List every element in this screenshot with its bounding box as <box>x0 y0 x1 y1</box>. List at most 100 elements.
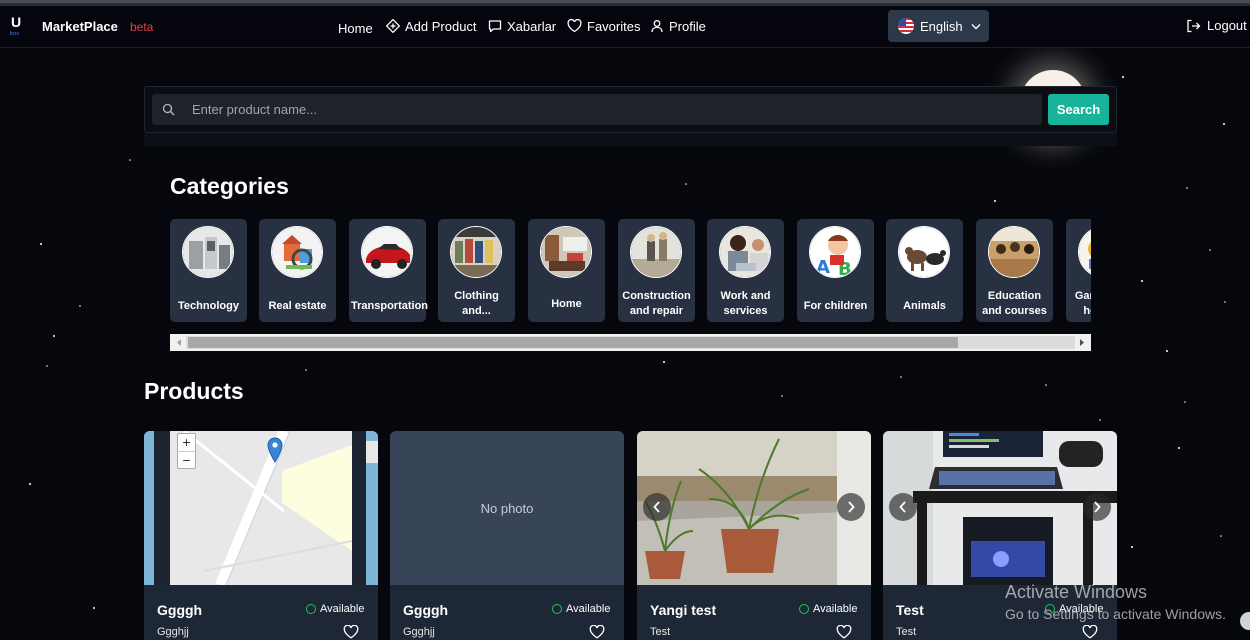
category-home[interactable]: Home <box>528 219 605 322</box>
status-label: Available <box>320 603 365 615</box>
chevron-right-icon <box>848 501 855 513</box>
nav-home[interactable]: Home <box>338 18 373 38</box>
floating-action-button[interactable] <box>1240 612 1250 630</box>
category-games-hobbies[interactable]: Games and hobbies <box>1066 219 1091 322</box>
category-label: Clothing and... <box>454 290 499 317</box>
search-field <box>152 94 1042 125</box>
user-icon <box>651 20 663 33</box>
message-icon <box>488 20 502 33</box>
map-zoom-in-button[interactable]: + <box>178 434 195 451</box>
carousel-prev-button[interactable] <box>643 493 671 521</box>
map-pin-icon[interactable] <box>267 437 283 463</box>
transportation-image <box>361 226 413 278</box>
clothing-image <box>450 226 502 278</box>
product-card[interactable]: No photo Ggggh Available Ggghjj <box>390 431 624 640</box>
search-panel: Search <box>144 86 1117 133</box>
nav-xabarlar[interactable]: Xabarlar <box>488 16 556 36</box>
scroll-right-arrow-icon[interactable] <box>1076 337 1088 348</box>
logo[interactable]: U box <box>8 14 26 40</box>
category-for-children[interactable]: AB For children <box>797 219 874 322</box>
activate-windows-watermark: Activate Windows Go to Settings to activ… <box>1005 582 1226 622</box>
category-transportation[interactable]: Transportation <box>349 219 429 322</box>
nav-favorites[interactable]: Favorites <box>567 16 640 36</box>
activate-windows-subtitle: Go to Settings to activate Windows. <box>1005 606 1226 622</box>
product-description: Test <box>896 626 917 638</box>
available-dot-icon <box>799 604 809 614</box>
logout-label: Logout <box>1207 18 1247 33</box>
status-badge: Available <box>799 603 857 615</box>
plants-photo <box>637 431 871 585</box>
home-image <box>540 226 592 278</box>
computer-desk-photo <box>883 431 1117 585</box>
education-image <box>988 226 1040 278</box>
product-map[interactable]: + − <box>144 431 378 585</box>
category-label: Home <box>551 298 582 310</box>
favorite-heart-icon[interactable] <box>836 625 852 639</box>
product-name[interactable]: Yangi test <box>650 602 716 618</box>
status-label: Available <box>566 603 611 615</box>
category-label: Technology <box>178 300 239 312</box>
plus-diamond-icon <box>386 19 400 33</box>
favorite-heart-icon[interactable] <box>589 625 605 639</box>
category-education[interactable]: Education and courses <box>976 219 1053 322</box>
animals-image <box>898 226 950 278</box>
chevron-left-icon <box>653 501 660 513</box>
product-image[interactable] <box>637 431 871 585</box>
category-technology[interactable]: Technology <box>170 219 247 322</box>
product-image[interactable] <box>883 431 1117 585</box>
product-description: Ggghjj <box>403 626 435 638</box>
product-card[interactable]: Yangi test Available Test <box>637 431 871 640</box>
logo-letter: U <box>11 14 22 30</box>
category-animals[interactable]: Animals <box>886 219 963 322</box>
categories-scrollbar[interactable] <box>170 334 1091 351</box>
nav-favorites-label: Favorites <box>587 18 641 34</box>
search-panel-shadow <box>144 133 1117 146</box>
category-label: Transportation <box>351 300 429 312</box>
product-name[interactable]: Test <box>896 602 924 618</box>
logo-subtext: box <box>10 31 20 37</box>
product-description: Ggghjj <box>157 626 189 638</box>
nav-profile[interactable]: Profile <box>650 16 706 36</box>
construction-image <box>630 226 682 278</box>
language-selector[interactable]: English <box>888 10 989 42</box>
scroll-left-arrow-icon[interactable] <box>173 337 185 348</box>
nav-xabarlar-label: Xabarlar <box>507 18 557 34</box>
nav-profile-label: Profile <box>669 18 706 34</box>
products-title: Products <box>144 378 244 404</box>
product-name[interactable]: Ggggh <box>403 602 448 618</box>
categories-title: Categories <box>170 173 289 199</box>
product-name[interactable]: Ggggh <box>157 602 202 618</box>
map-zoom-control[interactable]: + − <box>177 433 196 469</box>
product-image[interactable]: No photo <box>390 431 624 585</box>
category-label: Animals <box>903 300 946 312</box>
available-dot-icon <box>306 604 316 614</box>
category-work-services[interactable]: Work and services <box>707 219 784 322</box>
carousel-next-button[interactable] <box>1083 493 1111 521</box>
favorite-heart-icon[interactable] <box>343 625 359 639</box>
carousel-next-button[interactable] <box>837 493 865 521</box>
category-label: Real estate <box>268 300 327 312</box>
activate-windows-title: Activate Windows <box>1005 582 1148 602</box>
category-label: Construction and repair <box>622 290 691 317</box>
nav-home-label: Home <box>338 20 373 36</box>
technology-image <box>182 226 234 278</box>
brand-name[interactable]: MarketPlace <box>42 19 118 34</box>
carousel-prev-button[interactable] <box>889 493 917 521</box>
product-card[interactable]: + − Ggggh Available Ggghjj <box>144 431 378 640</box>
search-input[interactable] <box>192 99 1032 119</box>
scrollbar-thumb[interactable] <box>188 337 958 348</box>
category-construction[interactable]: Construction and repair <box>618 219 695 322</box>
category-real-estate[interactable]: Real estate <box>259 219 336 322</box>
category-clothing[interactable]: Clothing and... <box>438 219 515 322</box>
categories-carousel[interactable]: Technology Real estate Transportation Cl… <box>170 219 1091 323</box>
logout-button[interactable]: Logout <box>1186 18 1247 33</box>
search-button[interactable]: Search <box>1048 94 1109 125</box>
favorite-heart-icon[interactable] <box>1082 625 1098 639</box>
status-badge: Available <box>552 603 610 615</box>
chevron-left-icon <box>899 501 906 513</box>
real-estate-image <box>271 226 323 278</box>
map-zoom-out-button[interactable]: − <box>178 451 195 468</box>
search-icon <box>162 103 175 116</box>
nav-add-product[interactable]: Add Product <box>386 16 477 36</box>
category-label: Education and courses <box>982 290 1047 317</box>
